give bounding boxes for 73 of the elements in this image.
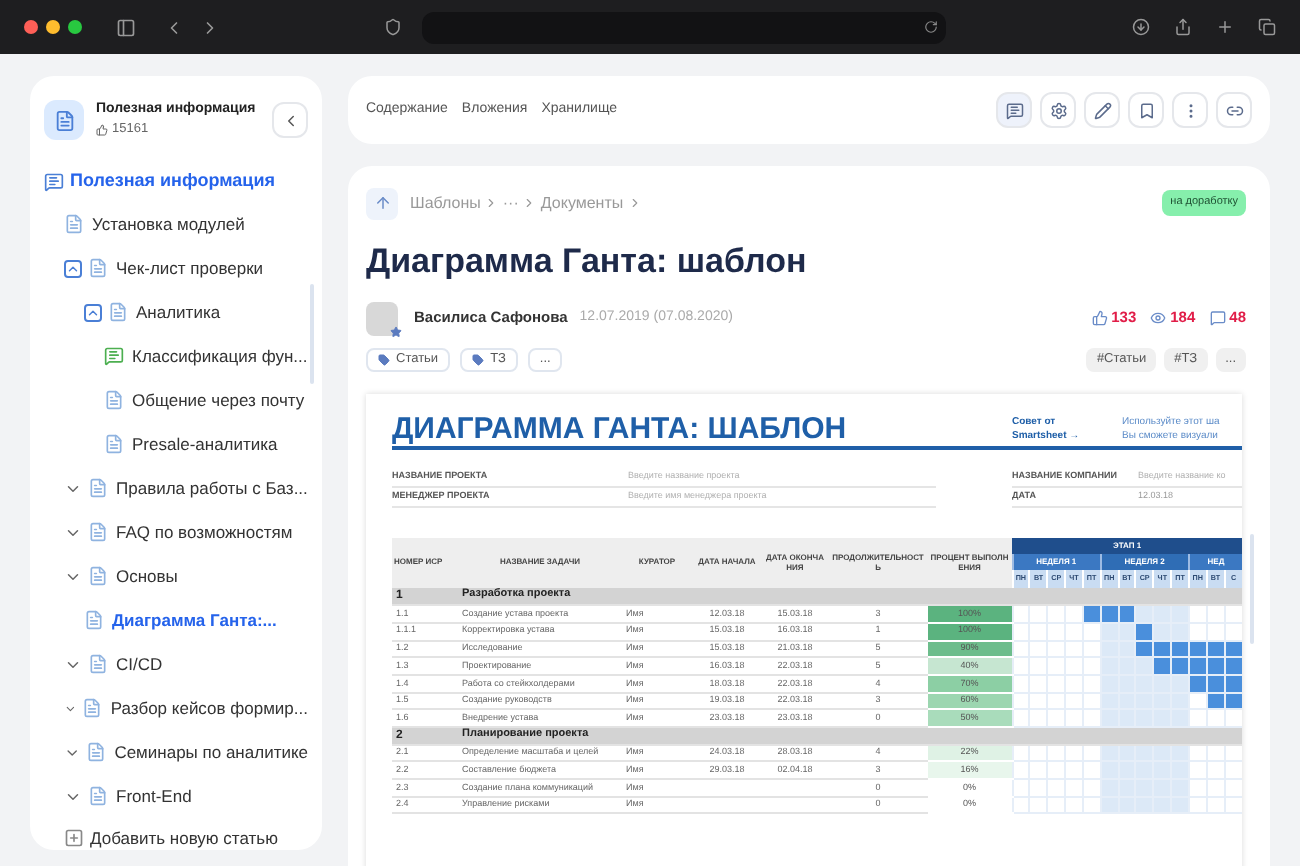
bookmark-icon bbox=[1137, 101, 1155, 119]
document-icon bbox=[64, 214, 84, 234]
tree-item[interactable]: Диаграмма Ганта:... bbox=[112, 607, 277, 633]
sidebar-toggle-icon[interactable] bbox=[116, 17, 136, 37]
comment-icon bbox=[1209, 310, 1226, 326]
tree-item[interactable]: Разбор кейсов формир... bbox=[110, 695, 308, 721]
chevron-up-icon bbox=[86, 305, 100, 319]
document-icon bbox=[88, 654, 108, 674]
document-icon bbox=[88, 258, 108, 278]
eye-icon bbox=[1150, 310, 1167, 326]
document-icon bbox=[82, 698, 103, 718]
document-icon bbox=[104, 390, 124, 410]
tree-item[interactable]: Основы bbox=[116, 563, 178, 589]
tree-item[interactable]: CI/CD bbox=[116, 651, 163, 677]
chat-icon bbox=[44, 172, 64, 192]
document-icon bbox=[88, 478, 108, 498]
settings-icon bbox=[1049, 101, 1067, 119]
document-icon bbox=[84, 610, 104, 630]
arrow-up-icon bbox=[373, 194, 391, 212]
add-article-button[interactable]: Добавить новую статью bbox=[44, 818, 278, 858]
tree-item[interactable]: Общение через почту bbox=[132, 387, 305, 413]
document-icon bbox=[104, 434, 124, 454]
article-title: Диаграмма Ганта: шаблон bbox=[366, 240, 809, 284]
chevron-icon bbox=[522, 196, 537, 210]
edit-button[interactable] bbox=[1084, 92, 1120, 128]
chevron-icon bbox=[627, 196, 642, 210]
collapse-toggle[interactable] bbox=[64, 259, 82, 277]
collapse-toggle[interactable] bbox=[84, 303, 102, 321]
chat-icon bbox=[104, 346, 124, 366]
tag-icon bbox=[472, 353, 485, 365]
document-icon bbox=[88, 786, 108, 806]
scrollbar[interactable] bbox=[1250, 534, 1254, 644]
document-icon bbox=[88, 522, 108, 542]
reload-icon[interactable] bbox=[924, 20, 938, 34]
pencil-icon bbox=[1093, 101, 1111, 119]
tree-item[interactable]: Классификация фун... bbox=[132, 343, 308, 369]
settings-button[interactable] bbox=[1040, 92, 1076, 128]
section-icon bbox=[44, 100, 84, 140]
comment-button[interactable] bbox=[996, 92, 1032, 128]
scrollbar[interactable] bbox=[310, 284, 314, 384]
comment-icon bbox=[1005, 101, 1023, 119]
minimize-window-button[interactable] bbox=[46, 20, 60, 34]
bookmark-button[interactable] bbox=[1128, 92, 1164, 128]
download-icon[interactable] bbox=[1132, 18, 1150, 36]
share-icon[interactable] bbox=[1174, 18, 1192, 36]
thumbs-up-icon bbox=[1091, 310, 1108, 326]
tree-item[interactable]: Правила работы с Баз... bbox=[116, 475, 308, 501]
tree-item[interactable]: Presale-аналитика bbox=[132, 431, 278, 457]
document-icon bbox=[88, 566, 108, 586]
document-icon bbox=[86, 742, 107, 762]
tree-item[interactable]: FAQ по возможностям bbox=[116, 519, 293, 545]
tag-icon bbox=[378, 353, 390, 365]
tree-item[interactable]: Front-End bbox=[116, 783, 192, 809]
link-icon bbox=[1225, 101, 1243, 119]
shield-icon[interactable] bbox=[384, 18, 402, 36]
star-badge-icon bbox=[390, 325, 402, 337]
new-tab-icon[interactable] bbox=[1216, 18, 1234, 36]
tree-item[interactable]: Установка модулей bbox=[92, 211, 245, 237]
avatar-placeholder bbox=[366, 301, 398, 335]
chevron-up-icon bbox=[66, 261, 80, 275]
tabs-overview-icon[interactable] bbox=[1258, 18, 1276, 36]
tree-item[interactable]: Аналитика bbox=[136, 299, 221, 325]
tree-item[interactable]: Полезная информация bbox=[70, 168, 275, 196]
tree-item[interactable]: Семинары по аналитике bbox=[114, 739, 308, 765]
plus-icon bbox=[64, 828, 84, 848]
link-button[interactable] bbox=[1216, 92, 1252, 128]
thumbs-up-icon bbox=[96, 124, 108, 137]
tree-item[interactable]: Чек-лист проверки bbox=[116, 255, 264, 281]
chevron-icon bbox=[484, 196, 499, 210]
document-icon bbox=[108, 302, 128, 322]
document-title: ДИАГРАММА ГАНТА: ШАБЛОН bbox=[392, 414, 849, 444]
maximize-window-button[interactable] bbox=[68, 20, 82, 34]
close-window-button[interactable] bbox=[24, 20, 38, 34]
